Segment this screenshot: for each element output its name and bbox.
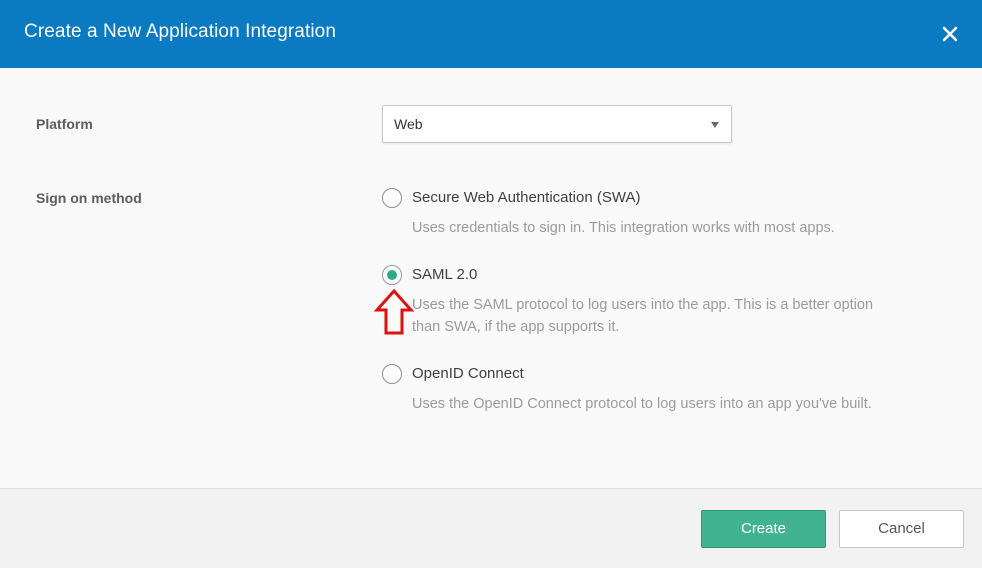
option-openid-connect-label[interactable]: OpenID Connect [412, 365, 524, 382]
cancel-button[interactable]: Cancel [839, 510, 964, 548]
create-app-integration-dialog: Create a New Application Integration Pla… [0, 0, 982, 568]
sign-on-method-label: Sign on method [36, 190, 142, 206]
option-swa-description: Uses credentials to sign in. This integr… [412, 220, 835, 236]
red-up-arrow-icon [374, 288, 414, 335]
platform-select[interactable]: Web [382, 105, 732, 143]
dialog-header: Create a New Application Integration [0, 0, 982, 68]
dialog-footer: Create Cancel [0, 488, 982, 568]
platform-label: Platform [36, 116, 93, 132]
create-button[interactable]: Create [701, 510, 826, 548]
option-saml-label[interactable]: SAML 2.0 [412, 266, 477, 283]
option-saml-description: Uses the SAML protocol to log users into… [412, 294, 942, 338]
radio-selected-dot [387, 270, 397, 280]
platform-select-value: Web [394, 116, 423, 132]
radio-openid-connect[interactable] [382, 364, 402, 384]
dialog-body: Platform Web Sign on method Secure Web A… [0, 68, 982, 488]
option-saml-description-line2: than SWA, if the app supports it. [412, 319, 620, 335]
radio-swa[interactable] [382, 188, 402, 208]
chevron-down-icon [711, 122, 719, 128]
option-swa-label[interactable]: Secure Web Authentication (SWA) [412, 189, 640, 206]
radio-saml[interactable] [382, 265, 402, 285]
option-saml-description-line1: Uses the SAML protocol to log users into… [412, 297, 874, 313]
option-openid-connect-description: Uses the OpenID Connect protocol to log … [412, 396, 872, 412]
dialog-title: Create a New Application Integration [24, 21, 337, 42]
close-icon[interactable] [940, 24, 960, 44]
